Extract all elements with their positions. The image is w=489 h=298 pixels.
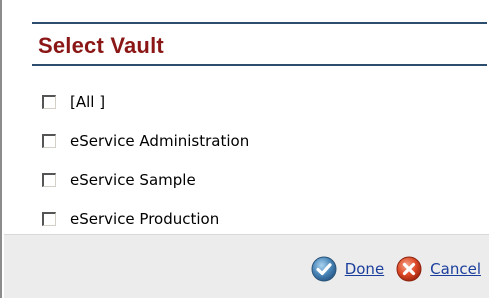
vault-eservice-production-checkbox[interactable] <box>42 211 56 226</box>
vault-eservice-sample-checkbox[interactable] <box>42 172 56 187</box>
vault-item-eservice-sample[interactable]: eService Sample <box>42 160 462 199</box>
select-vault-dialog: Select Vault [All ] eService Administrat… <box>0 0 489 298</box>
done-button[interactable]: Done <box>311 256 384 282</box>
vault-list: [All ] eService Administration eService … <box>42 82 462 238</box>
vault-item-all[interactable]: [All ] <box>42 82 462 121</box>
check-circle-icon[interactable] <box>311 256 337 282</box>
header-bottom-rule <box>32 64 487 66</box>
x-circle-icon[interactable] <box>396 256 422 282</box>
dialog-actions: Done Cancel <box>311 256 481 282</box>
vault-eservice-production-label: eService Production <box>70 209 220 228</box>
dialog-footer: Done Cancel <box>4 234 489 298</box>
header-top-rule <box>32 22 487 24</box>
dialog-header: Select Vault <box>14 0 487 71</box>
vault-eservice-administration-label: eService Administration <box>70 131 250 150</box>
vault-eservice-sample-label: eService Sample <box>70 170 196 189</box>
dialog-title: Select Vault <box>38 33 164 58</box>
vault-eservice-administration-checkbox[interactable] <box>42 133 56 148</box>
vault-all-checkbox[interactable] <box>42 94 56 109</box>
vault-all-label: [All ] <box>70 92 106 111</box>
cancel-button[interactable]: Cancel <box>396 256 481 282</box>
vault-item-eservice-administration[interactable]: eService Administration <box>42 121 462 160</box>
vault-item-eservice-production[interactable]: eService Production <box>42 199 462 238</box>
done-label[interactable]: Done <box>345 260 384 278</box>
cancel-label[interactable]: Cancel <box>430 260 481 278</box>
